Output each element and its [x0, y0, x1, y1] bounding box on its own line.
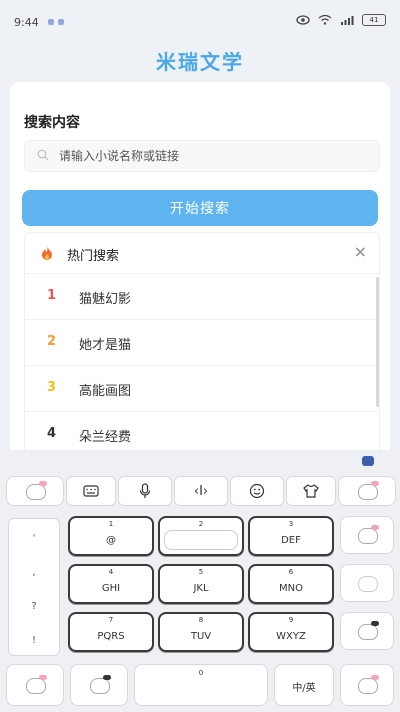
- bow-icon: [39, 675, 47, 680]
- symbol-key[interactable]: ': [9, 533, 59, 544]
- face-icon: [358, 576, 378, 592]
- skin-button[interactable]: [286, 476, 336, 506]
- notification-icon: [58, 19, 64, 25]
- bow-icon: [371, 525, 379, 530]
- keyboard-logo-icon[interactable]: [362, 456, 374, 466]
- kitty-icon: [26, 484, 46, 500]
- key-4[interactable]: 4 GHI: [68, 564, 154, 604]
- hot-search-header: 热门搜索 ×: [25, 233, 379, 273]
- wifi-icon: [318, 15, 332, 25]
- symbol-key[interactable]: !: [9, 635, 59, 646]
- kitty-sticker-button[interactable]: [6, 476, 64, 506]
- hot-search-item[interactable]: 1 猫魅幻影: [25, 273, 379, 319]
- hot-search-label: 猫魅幻影: [79, 292, 132, 307]
- face-key[interactable]: [340, 564, 394, 602]
- scrollbar[interactable]: [376, 277, 379, 407]
- hot-search-rank: 1: [47, 288, 57, 303]
- hot-search-panel: 热门搜索 × 1 猫魅幻影 2 她才是猫 3 高能画图 4 朵兰经费: [24, 232, 380, 464]
- hot-search-item[interactable]: 2 她才是猫: [25, 319, 379, 365]
- symbol-key[interactable]: ,: [9, 567, 59, 578]
- key-2[interactable]: 2: [158, 516, 244, 556]
- enter-key[interactable]: [340, 612, 394, 650]
- hot-search-list: 1 猫魅幻影 2 她才是猫 3 高能画图 4 朵兰经费: [25, 273, 379, 457]
- status-bar: 9:44 41: [0, 0, 400, 40]
- key-7[interactable]: 7 PQRS: [68, 612, 154, 652]
- start-search-button[interactable]: 开始搜索: [22, 190, 378, 226]
- battery-icon: 41: [362, 14, 386, 26]
- bow-icon: [371, 621, 379, 626]
- notification-icons: [48, 19, 64, 25]
- kitty-sticker-button[interactable]: [6, 664, 64, 706]
- key-8[interactable]: 8 TUV: [158, 612, 244, 652]
- keyboard: ‹I› ' , ? ! 1 @ 2 3 DEF 4 GHI 5 JKL 6 MNO 7 PQ…: [0, 450, 400, 712]
- hot-search-title: 热门搜索: [67, 249, 120, 264]
- kitty-sticker-button[interactable]: [338, 476, 396, 506]
- keyboard-switch-button[interactable]: [66, 476, 116, 506]
- kitty-icon: [358, 624, 378, 640]
- hot-search-label: 她才是猫: [79, 338, 132, 353]
- key-1[interactable]: 1 @: [68, 516, 154, 556]
- emoji-button[interactable]: [230, 476, 284, 506]
- kitty-icon: [26, 678, 46, 694]
- key-6[interactable]: 6 MNO: [248, 564, 334, 604]
- notification-icon: [48, 19, 54, 25]
- status-right: 41: [296, 14, 386, 26]
- cursor-button[interactable]: ‹I›: [174, 476, 228, 506]
- kitty-icon: [90, 678, 110, 694]
- status-time: 9:44: [14, 16, 39, 29]
- keyboard-top-bar: [0, 450, 400, 472]
- key-9[interactable]: 9 WXYZ: [248, 612, 334, 652]
- symbol-key[interactable]: ?: [9, 601, 59, 612]
- key-2-inner: [164, 530, 238, 550]
- kitty-icon: [358, 484, 378, 500]
- fire-icon: [42, 246, 52, 260]
- delete-key[interactable]: [340, 516, 394, 554]
- hot-search-rank: 2: [47, 334, 57, 349]
- hot-search-label: 高能画图: [79, 384, 132, 399]
- bow-icon: [103, 675, 111, 680]
- app-title: 米瑞文学: [156, 50, 244, 74]
- symbol-column[interactable]: ' , ? !: [8, 518, 60, 656]
- eye-icon: [296, 15, 310, 25]
- smile-icon: [249, 483, 265, 499]
- microphone-icon: [139, 483, 151, 498]
- kitty-sticker-button[interactable]: [70, 664, 128, 706]
- search-card: 搜索内容 开始搜索 热门搜索 × 1 猫魅幻影 2 她才是猫 3 高能画图 4 朵兰经费: [10, 82, 390, 464]
- kitty-icon: [358, 528, 378, 544]
- key-5[interactable]: 5 JKL: [158, 564, 244, 604]
- hot-search-item[interactable]: 3 高能画图: [25, 365, 379, 411]
- shirt-icon: [303, 484, 319, 498]
- search-box[interactable]: [24, 140, 380, 172]
- space-key[interactable]: 0: [134, 664, 268, 706]
- close-icon[interactable]: ×: [354, 242, 367, 261]
- search-heading: 搜索内容: [24, 115, 80, 131]
- voice-input-button[interactable]: [118, 476, 172, 506]
- kitty-icon: [358, 678, 378, 694]
- hot-search-label: 朵兰经费: [79, 430, 132, 445]
- bow-icon: [371, 481, 379, 486]
- bow-icon: [39, 481, 47, 486]
- search-icon: [37, 149, 49, 161]
- bow-icon: [371, 675, 379, 680]
- language-switch-key[interactable]: 中/英: [274, 664, 334, 706]
- keyboard-toolbar: ‹I›: [0, 474, 400, 508]
- hot-search-rank: 4: [47, 426, 57, 441]
- signal-icon: [341, 16, 354, 25]
- key-3[interactable]: 3 DEF: [248, 516, 334, 556]
- search-input[interactable]: [59, 141, 369, 171]
- keyboard-icon: [83, 485, 99, 497]
- hot-search-rank: 3: [47, 380, 57, 395]
- kitty-sticker-button[interactable]: [340, 664, 394, 706]
